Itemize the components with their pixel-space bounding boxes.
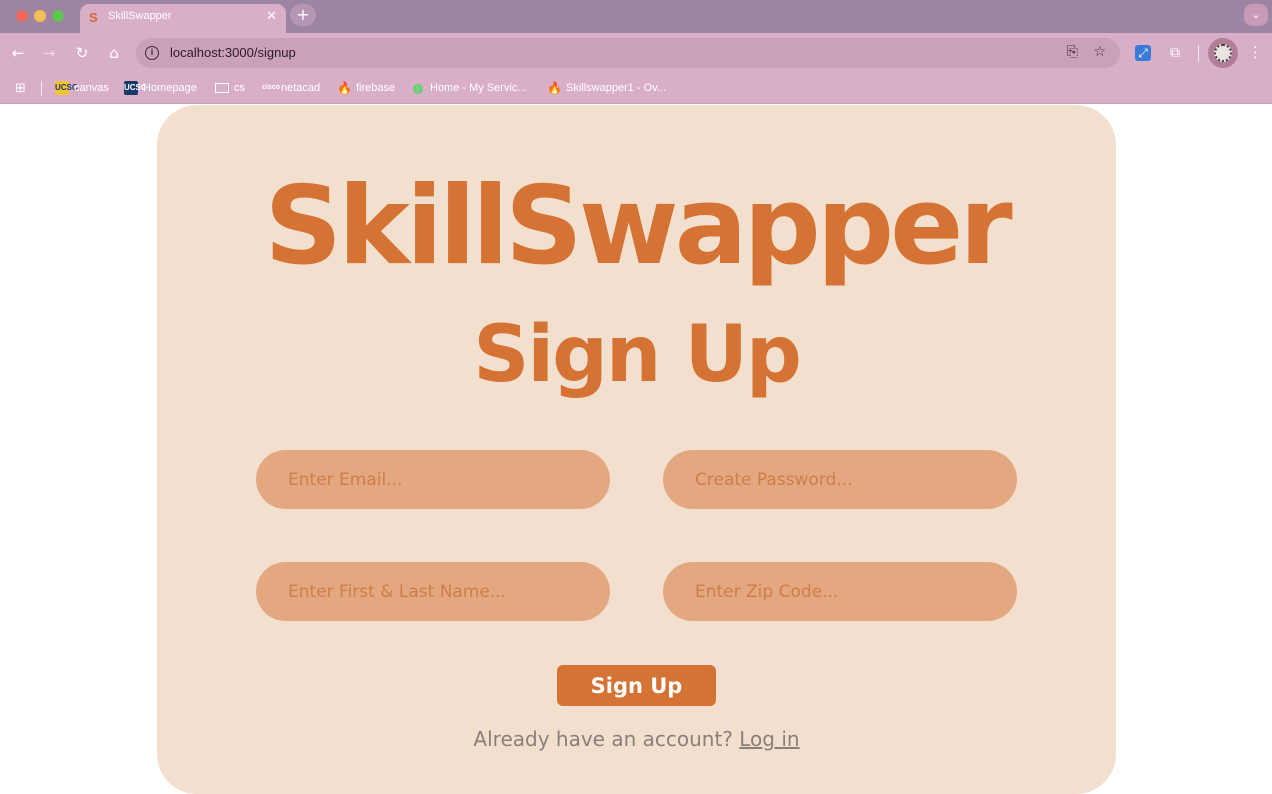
bookmark-canvas[interactable]: UCSC canvas (55, 79, 109, 97)
home-icon[interactable]: ⌂ (104, 43, 124, 63)
bookmark-label: cs (234, 82, 245, 94)
password-field[interactable] (663, 450, 1017, 509)
browser-toolbar: ← → ↻ ⌂ i localhost:3000/signup ⎘ ☆ ⤢ ⧉ … (0, 33, 1272, 73)
ucsc-icon: UCSC (55, 81, 78, 95)
firebase-icon: 🔥 (547, 81, 562, 95)
bookmark-render-home[interactable]: ◍ Home - My Servic... (411, 79, 527, 97)
bookmark-label: Home - My Servic... (430, 82, 527, 94)
full-name-field[interactable] (256, 562, 610, 621)
render-icon: ◍ (412, 81, 424, 95)
new-tab-button[interactable]: + (290, 4, 316, 26)
apps-grid-icon[interactable]: ⊞ (15, 81, 26, 96)
bookmark-homepage[interactable]: UCSC Homepage (124, 79, 197, 97)
skillswapper-logo: SkillSwapper (264, 164, 1012, 289)
page-title: Sign Up (473, 310, 802, 400)
maximize-window-button[interactable] (52, 10, 64, 22)
kebab-menu-icon[interactable]: ⋮ (1248, 43, 1263, 61)
avatar-image-icon (1214, 44, 1232, 62)
bookmark-star-icon[interactable]: ☆ (1093, 44, 1106, 60)
folder-icon (215, 83, 229, 93)
browser-tab[interactable]: S SkillSwapper ✕ (80, 4, 286, 33)
cisco-icon: cisco (262, 84, 280, 91)
address-bar[interactable]: i localhost:3000/signup ⎘ ☆ (136, 38, 1120, 68)
site-info-icon[interactable]: i (145, 46, 159, 60)
toolbar-divider (1198, 45, 1199, 62)
bookmark-label: canvas (74, 82, 109, 94)
install-app-icon[interactable]: ⎘ (1067, 44, 1078, 60)
tab-close-icon[interactable]: ✕ (266, 9, 277, 24)
extension-link-icon[interactable]: ⤢ (1135, 45, 1151, 61)
close-window-button[interactable] (16, 10, 28, 22)
bookmark-netacad[interactable]: cisco netacad (262, 79, 320, 97)
bookmark-firebase[interactable]: 🔥 firebase (337, 79, 395, 97)
login-prompt-line: Already have an account? Log in (157, 727, 1116, 751)
login-link[interactable]: Log in (739, 727, 799, 751)
tab-strip: S SkillSwapper ✕ + ⌄ (0, 0, 1272, 33)
url-text[interactable]: localhost:3000/signup (170, 45, 296, 60)
bookmark-label: Homepage (143, 82, 197, 94)
zip-code-field[interactable] (663, 562, 1017, 621)
tab-search-chevron-icon[interactable]: ⌄ (1244, 4, 1268, 26)
extensions-puzzle-icon[interactable]: ⧉ (1167, 45, 1183, 61)
bookmark-label: firebase (356, 82, 396, 94)
profile-avatar[interactable] (1208, 38, 1238, 68)
firebase-icon: 🔥 (337, 81, 352, 95)
bookmarks-divider (41, 81, 42, 96)
page-viewport: SkillSwapper Sign Up Sign Up Already hav… (0, 105, 1272, 794)
sign-up-button[interactable]: Sign Up (557, 665, 716, 706)
reload-icon[interactable]: ↻ (72, 43, 92, 63)
bookmark-label: Skillswapper1 - Ov... (566, 82, 667, 94)
back-arrow-icon[interactable]: ← (8, 43, 28, 63)
skillswapper-favicon-icon: S (89, 10, 98, 25)
email-field[interactable] (256, 450, 610, 509)
homepage-icon: UCSC (124, 81, 147, 95)
forward-arrow-icon[interactable]: → (39, 43, 59, 63)
signup-card: SkillSwapper Sign Up Sign Up Already hav… (157, 105, 1116, 794)
login-prompt-text: Already have an account? (473, 727, 733, 751)
bookmarks-bar: ⊞ UCSC canvas UCSC Homepage cs cisco net… (0, 73, 1272, 104)
bookmark-folder-cs[interactable]: cs (215, 79, 245, 97)
tab-title: SkillSwapper (108, 10, 172, 22)
bookmark-skillswapper1[interactable]: 🔥 Skillswapper1 - Ov... (547, 79, 666, 97)
minimize-window-button[interactable] (34, 10, 46, 22)
bookmark-label: netacad (281, 82, 321, 94)
